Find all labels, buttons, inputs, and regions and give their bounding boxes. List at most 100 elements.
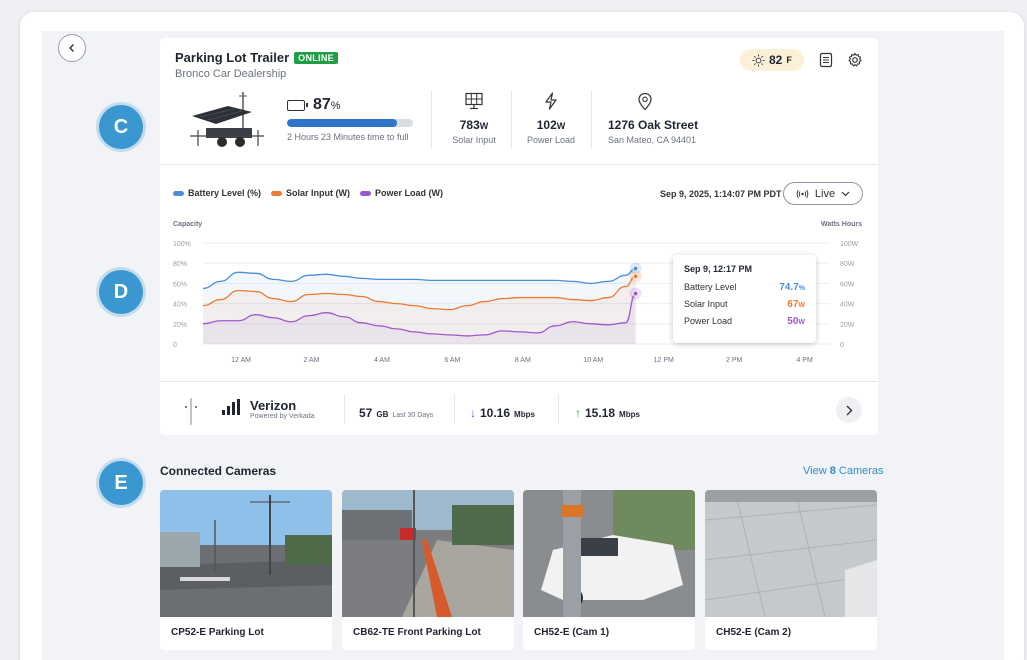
divider: [454, 394, 455, 424]
live-dropdown[interactable]: Live: [783, 182, 863, 205]
gear-icon: [848, 52, 862, 67]
back-button[interactable]: [58, 34, 86, 62]
signal-strength-icon: [222, 399, 240, 415]
x-tick-label: 4 PM: [796, 357, 813, 364]
sun-icon: [752, 53, 765, 67]
broadcast-icon: [796, 189, 809, 198]
battery-progress-bar: [287, 119, 413, 127]
arrow-down-icon: ↓: [470, 406, 476, 420]
x-tick-label: 12 AM: [231, 357, 251, 364]
solar-panel-icon: [465, 92, 483, 110]
address-stat: 1276 Oak Street San Mateo, CA 94401: [608, 92, 698, 145]
device-name: Parking Lot Trailer: [175, 50, 290, 65]
y-tick-label: 0: [173, 342, 177, 349]
camera-thumbnail: [342, 490, 514, 617]
camera-name: CH52-E (Cam 2): [716, 627, 792, 638]
legend-item-solar: Solar Input (W): [271, 188, 350, 198]
divider: [344, 394, 345, 424]
tooltip-row-battery: Battery Level 74.7%: [684, 282, 805, 293]
tooltip-row-power: Power Load 50W: [684, 316, 805, 327]
battery-percent: 87%: [313, 96, 341, 113]
solar-input-value: 783: [459, 118, 480, 132]
network-details-button[interactable]: [836, 397, 862, 423]
power-load-value: 102: [536, 118, 557, 132]
status-badge: ONLINE: [294, 51, 338, 64]
settings-button[interactable]: [846, 51, 864, 69]
arrow-up-icon: ↑: [575, 406, 581, 420]
y2-tick-label: 80W: [840, 261, 855, 268]
camera-thumbnail: [160, 490, 332, 617]
device-title: Parking Lot Trailer ONLINE: [175, 50, 338, 65]
y-tick-label: 20%: [173, 322, 187, 329]
chart-datetime: Sep 9, 2025, 1:14:07 PM PDT: [660, 189, 782, 199]
camera-thumbnail: [523, 490, 695, 617]
solar-input-label: Solar Input: [452, 135, 496, 145]
camera-card[interactable]: CH52-E (Cam 2): [705, 490, 877, 650]
live-label: Live: [814, 187, 836, 200]
battery-time-note: 2 Hours 23 Minutes time to full: [287, 132, 409, 142]
chart-tooltip: Sep 9, 12:17 PM Battery Level 74.7% Solar…: [673, 255, 816, 343]
upload-speed: ↑ 15.18 Mbps: [575, 406, 640, 420]
battery-icon: [287, 99, 308, 111]
device-card: Parking Lot Trailer ONLINE Bronco Car De…: [160, 38, 878, 435]
temperature-unit: F: [786, 55, 792, 65]
antenna-icon: [185, 398, 197, 425]
x-tick-label: 6 AM: [444, 357, 460, 364]
chevron-down-icon: [841, 191, 850, 196]
chevron-right-icon: [846, 405, 853, 415]
divider: [431, 90, 432, 148]
camera-card[interactable]: CB62-TE Front Parking Lot: [342, 490, 514, 650]
divider: [591, 90, 592, 148]
x-tick-label: 12 PM: [654, 357, 674, 364]
y-tick-label: 100%: [173, 241, 191, 248]
data-usage: 57 GB Last 30 Days: [359, 406, 434, 420]
y2-tick-label: 60W: [840, 281, 855, 288]
divider: [558, 394, 559, 424]
power-load-stat: 102W Power Load: [524, 92, 578, 145]
solar-input-stat: 783W Solar Input: [445, 92, 503, 145]
left-axis-title: Capacity: [173, 221, 202, 228]
x-tick-label: 8 AM: [515, 357, 531, 364]
connected-cameras-title: Connected Cameras: [160, 464, 277, 478]
y-tick-label: 80%: [173, 261, 187, 268]
annotation-marker-e: E: [99, 461, 143, 505]
x-tick-label: 10 AM: [583, 357, 603, 364]
address-street: 1276 Oak Street: [608, 118, 699, 132]
address-city: San Mateo, CA 94401: [608, 135, 697, 145]
y-tick-label: 40%: [173, 302, 187, 309]
download-speed: ↓ 10.16 Mbps: [470, 406, 535, 420]
trailer-image: [190, 92, 264, 147]
highlight-point: [632, 265, 639, 272]
battery-status: 87% 2 Hours 23 Minutes time to full: [287, 96, 427, 142]
carrier-powered-by: Powered by Verkada: [250, 413, 315, 420]
y2-tick-label: 40W: [840, 302, 855, 309]
temperature-value: 82: [769, 53, 783, 67]
network-status: Verizon Powered by Verkada 57 GB Last 30 D…: [160, 382, 878, 435]
section-divider: [160, 164, 878, 165]
battery-progress-fill: [287, 119, 397, 127]
highlight-point: [632, 290, 639, 297]
camera-thumbnail: [705, 490, 877, 617]
y2-tick-label: 20W: [840, 322, 855, 329]
y-tick-label: 60%: [173, 281, 187, 288]
location-pin-icon: [638, 92, 652, 111]
y2-tick-label: 100W: [840, 241, 859, 248]
camera-card[interactable]: CH52-E (Cam 1): [523, 490, 695, 650]
tooltip-title: Sep 9, 12:17 PM: [684, 264, 753, 274]
lightning-icon: [545, 92, 557, 110]
camera-name: CB62-TE Front Parking Lot: [353, 627, 481, 638]
view-cameras-link[interactable]: View 8 Cameras: [803, 465, 884, 477]
x-tick-label: 2 PM: [726, 357, 743, 364]
legend-item-power: Power Load (W): [360, 188, 443, 198]
y2-tick-label: 0: [840, 342, 844, 349]
annotation-marker-d: D: [99, 270, 143, 314]
x-tick-label: 2 AM: [304, 357, 320, 364]
carrier-info: Verizon Powered by Verkada: [250, 398, 315, 420]
x-tick-label: 4 AM: [374, 357, 390, 364]
camera-name: CP52-E Parking Lot: [171, 627, 264, 638]
report-button[interactable]: [817, 51, 835, 69]
camera-card[interactable]: CP52-E Parking Lot: [160, 490, 332, 650]
chart-legend: Battery Level (%) Solar Input (W) Power …: [173, 188, 443, 198]
legend-item-battery: Battery Level (%): [173, 188, 261, 198]
chevron-left-icon: [69, 44, 74, 52]
